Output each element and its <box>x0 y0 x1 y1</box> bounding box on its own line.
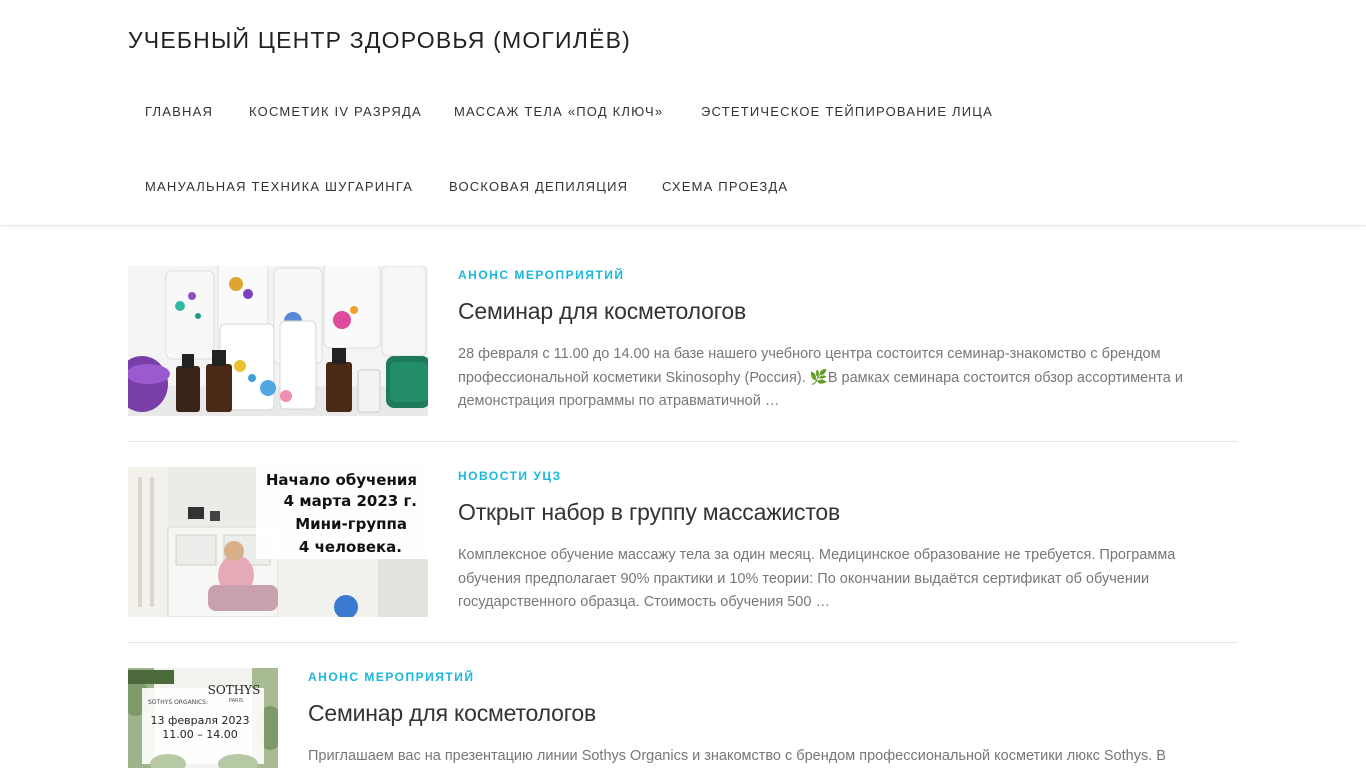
post-thumbnail[interactable]: Начало обучения 4 марта 2023 г. Мини-гру… <box>128 467 428 617</box>
sothys-logo-text: SOTHYS <box>208 683 261 697</box>
post-thumbnail[interactable]: SOTHYS PARIS SOTHYS ORGANICS: 13 февраля… <box>128 668 278 768</box>
nav-item-massage[interactable]: МАССАЖ ТЕЛА «ПОД КЛЮЧ» <box>454 104 663 119</box>
post-divider <box>128 642 1238 643</box>
cosmetics-products-image <box>128 266 428 416</box>
nav-item-cosmetic[interactable]: КОСМЕТИК IV РАЗРЯДА <box>249 104 422 119</box>
nav-item-waxing[interactable]: ВОСКОВАЯ ДЕПИЛЯЦИЯ <box>449 179 628 194</box>
post-excerpt: 28 февраля с 11.00 до 14.00 на базе наше… <box>458 343 1218 414</box>
post-title[interactable]: Семинар для косметологов <box>458 298 746 325</box>
post-item: Начало обучения 4 марта 2023 г. Мини-гру… <box>128 467 1238 617</box>
sothys-logo-subtext: PARIS <box>229 698 243 704</box>
image-subtitle: SOTHYS ORGANICS: <box>148 699 208 706</box>
nav-item-taping[interactable]: ЭСТЕТИЧЕСКОЕ ТЕЙПИРОВАНИЕ ЛИЦА <box>701 104 993 119</box>
sothys-seminar-image: SOTHYS PARIS SOTHYS ORGANICS: 13 февраля… <box>128 668 278 768</box>
post-divider <box>128 441 1238 442</box>
post-excerpt: Комплексное обучение массажу тела за оди… <box>458 547 1176 610</box>
image-date-text: 13 февраля 2023 <box>150 714 249 727</box>
post-item: SOTHYS PARIS SOTHYS ORGANICS: 13 февраля… <box>128 668 1238 768</box>
image-text-line4: 4 человека. <box>299 538 402 556</box>
image-text-line3: Мини-группа <box>295 515 407 533</box>
post-thumbnail[interactable] <box>128 266 428 416</box>
post-category[interactable]: АНОНС МЕРОПРИЯТИЙ <box>458 268 624 282</box>
post-item: АНОНС МЕРОПРИЯТИЙ Семинар для косметолог… <box>128 266 1238 416</box>
post-title[interactable]: Семинар для косметологов <box>308 700 596 727</box>
post-category[interactable]: НОВОСТИ УЦЗ <box>458 469 562 483</box>
image-time-text: 11.00 – 14.00 <box>162 728 237 741</box>
nav-item-home[interactable]: ГЛАВНАЯ <box>145 104 213 119</box>
image-text-line1: Начало обучения <box>266 471 417 489</box>
image-text-line2: 4 марта 2023 г. <box>284 492 417 510</box>
leaf-emoji-icon: 🌿 <box>809 369 828 386</box>
post-category[interactable]: АНОНС МЕРОПРИЯТИЙ <box>308 670 474 684</box>
nav-item-directions[interactable]: СХЕМА ПРОЕЗДА <box>662 179 788 194</box>
post-excerpt: Приглашаем вас на презентацию линии Soth… <box>308 748 1166 764</box>
post-title[interactable]: Открыт набор в группу массажистов <box>458 499 840 526</box>
massage-room-image: Начало обучения 4 марта 2023 г. Мини-гру… <box>128 467 428 617</box>
site-title[interactable]: УЧЕБНЫЙ ЦЕНТР ЗДОРОВЬЯ (МОГИЛЁВ) <box>128 27 631 54</box>
nav-item-sugaring[interactable]: МАНУАЛЬНАЯ ТЕХНИКА ШУГАРИНГА <box>145 179 413 194</box>
site-header: УЧЕБНЫЙ ЦЕНТР ЗДОРОВЬЯ (МОГИЛЁВ) ГЛАВНАЯ… <box>0 0 1366 226</box>
